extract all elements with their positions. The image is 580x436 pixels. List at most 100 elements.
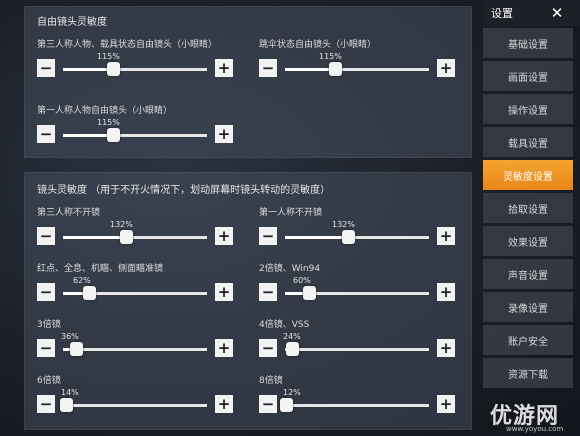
- slider-handle[interactable]: [107, 62, 120, 76]
- slider-handle[interactable]: [83, 286, 96, 300]
- increase-button[interactable]: +: [437, 283, 455, 301]
- sensitivity-slider[interactable]: 115%: [63, 52, 207, 76]
- decrease-button[interactable]: −: [259, 283, 277, 301]
- sensitivity-slider[interactable]: 132%: [63, 220, 207, 244]
- menu-item-audio[interactable]: 声音设置: [483, 259, 573, 289]
- slider-value: 36%: [61, 332, 79, 341]
- close-icon[interactable]: ✕: [545, 0, 569, 26]
- free-camera-sensitivity-panel: 自由镜头灵敏度 第三人称人物、载具状态自由镜头（小眼睛） − 115% + 跳伞…: [24, 6, 472, 158]
- setting-4x-scope-vss: 4倍镜、VSS − 24% +: [259, 317, 455, 365]
- decrease-button[interactable]: −: [37, 283, 55, 301]
- setting-label: 4倍镜、VSS: [259, 320, 310, 330]
- setting-first-person-free-camera: 第一人称人物自由镜头（小眼睛） − 115% +: [37, 103, 233, 151]
- setting-label: 第一人称不开镜: [259, 208, 323, 218]
- slider-value: 60%: [293, 276, 311, 285]
- increase-button[interactable]: +: [437, 59, 455, 77]
- slider-value: 115%: [319, 52, 342, 61]
- setting-first-person-no-scope: 第一人称不开镜 − 132% +: [259, 205, 455, 253]
- increase-button[interactable]: +: [215, 227, 233, 245]
- increase-button[interactable]: +: [437, 395, 455, 413]
- sensitivity-slider[interactable]: 115%: [63, 118, 207, 142]
- sensitivity-slider[interactable]: 14%: [60, 388, 207, 412]
- sensitivity-slider[interactable]: 24%: [283, 332, 429, 356]
- slider-fill: [285, 68, 335, 71]
- slider-value: 24%: [283, 332, 301, 341]
- slider-value: 132%: [110, 220, 133, 229]
- slider-value: 62%: [73, 276, 91, 285]
- settings-menu: 设置 ✕ 基础设置 画面设置 操作设置 载具设置 灵敏度设置 拾取设置 效果设置…: [483, 0, 580, 436]
- menu-item-controls[interactable]: 操作设置: [483, 94, 573, 124]
- increase-button[interactable]: +: [215, 283, 233, 301]
- settings-menu-header: 设置 ✕: [483, 0, 580, 26]
- slider-handle[interactable]: [286, 342, 299, 356]
- slider-handle[interactable]: [342, 230, 355, 244]
- slider-handle[interactable]: [60, 398, 73, 412]
- increase-button[interactable]: +: [215, 395, 233, 413]
- slider-value: 115%: [97, 118, 120, 127]
- sensitivity-slider[interactable]: 12%: [280, 388, 429, 412]
- slider-handle[interactable]: [70, 342, 83, 356]
- menu-item-account-security[interactable]: 账户安全: [483, 325, 573, 355]
- watermark-url: www.yoyou.com: [506, 425, 564, 433]
- setting-parachute-free-camera: 跳伞状态自由镜头（小眼睛） − 115% +: [259, 37, 455, 85]
- camera-sensitivity-panel: 镜头灵敏度 （用于不开火情况下，划动屏幕时镜头转动的灵敏度） 第三人称不开镜 −…: [24, 172, 472, 430]
- slider-handle[interactable]: [329, 62, 342, 76]
- decrease-button[interactable]: −: [259, 59, 277, 77]
- setting-label: 第三人称人物、载具状态自由镜头（小眼睛）: [37, 40, 218, 50]
- sensitivity-slider[interactable]: 115%: [285, 52, 429, 76]
- menu-item-sensitivity[interactable]: 灵敏度设置: [483, 160, 573, 190]
- slider-value: 14%: [61, 388, 79, 397]
- setting-2x-scope-win94: 2倍镜、Win94 − 60% +: [259, 261, 455, 309]
- camera-section-title: 镜头灵敏度 （用于不开火情况下，划动屏幕时镜头转动的灵敏度）: [37, 185, 331, 196]
- free-camera-section-title: 自由镜头灵敏度: [37, 17, 107, 28]
- menu-item-vehicle[interactable]: 载具设置: [483, 127, 573, 157]
- slider-value: 115%: [97, 52, 120, 61]
- slider-fill: [63, 134, 113, 137]
- menu-item-replay[interactable]: 录像设置: [483, 292, 573, 322]
- decrease-button[interactable]: −: [37, 59, 55, 77]
- increase-button[interactable]: +: [215, 125, 233, 143]
- increase-button[interactable]: +: [215, 339, 233, 357]
- decrease-button[interactable]: −: [37, 227, 55, 245]
- menu-item-basic[interactable]: 基础设置: [483, 28, 573, 58]
- increase-button[interactable]: +: [437, 339, 455, 357]
- setting-8x-scope: 8倍镜 − 12% +: [259, 373, 455, 421]
- slider-fill: [63, 68, 113, 71]
- settings-title: 设置: [491, 7, 513, 20]
- decrease-button[interactable]: −: [259, 227, 277, 245]
- setting-third-person-free-camera: 第三人称人物、载具状态自由镜头（小眼睛） − 115% +: [37, 37, 233, 85]
- decrease-button[interactable]: −: [37, 125, 55, 143]
- menu-item-graphics[interactable]: 画面设置: [483, 61, 573, 91]
- slider-value: 132%: [332, 220, 355, 229]
- slider-handle[interactable]: [303, 286, 316, 300]
- setting-red-dot-holo-iron-side: 红点、全息、机瞄、侧面瞄准镜 − 62% +: [37, 261, 233, 309]
- decrease-button[interactable]: −: [37, 339, 55, 357]
- increase-button[interactable]: +: [437, 227, 455, 245]
- decrease-button[interactable]: −: [37, 395, 55, 413]
- sensitivity-slider[interactable]: 132%: [285, 220, 429, 244]
- setting-label: 6倍镜: [37, 376, 61, 386]
- setting-label: 8倍镜: [259, 376, 283, 386]
- decrease-button[interactable]: −: [259, 339, 277, 357]
- slider-fill: [285, 236, 348, 239]
- slider-handle[interactable]: [280, 398, 293, 412]
- site-watermark: 优游网 www.yoyou.com: [484, 398, 580, 436]
- setting-label: 跳伞状态自由镜头（小眼睛）: [259, 40, 377, 50]
- sensitivity-slider[interactable]: 62%: [63, 276, 207, 300]
- menu-item-resource-download[interactable]: 资源下载: [483, 358, 573, 388]
- sensitivity-slider[interactable]: 60%: [285, 276, 429, 300]
- setting-6x-scope: 6倍镜 − 14% +: [37, 373, 233, 421]
- decrease-button[interactable]: −: [259, 395, 277, 413]
- slider-fill: [63, 236, 126, 239]
- menu-item-pickup[interactable]: 拾取设置: [483, 193, 573, 223]
- setting-label: 3倍镜: [37, 320, 61, 330]
- setting-label: 2倍镜、Win94: [259, 264, 321, 274]
- slider-handle[interactable]: [107, 128, 120, 142]
- increase-button[interactable]: +: [215, 59, 233, 77]
- setting-third-person-no-scope: 第三人称不开镜 − 132% +: [37, 205, 233, 253]
- slider-handle[interactable]: [120, 230, 133, 244]
- setting-label: 第三人称不开镜: [37, 208, 101, 218]
- menu-item-effects[interactable]: 效果设置: [483, 226, 573, 256]
- setting-label: 红点、全息、机瞄、侧面瞄准镜: [37, 264, 164, 274]
- sensitivity-slider[interactable]: 36%: [61, 332, 207, 356]
